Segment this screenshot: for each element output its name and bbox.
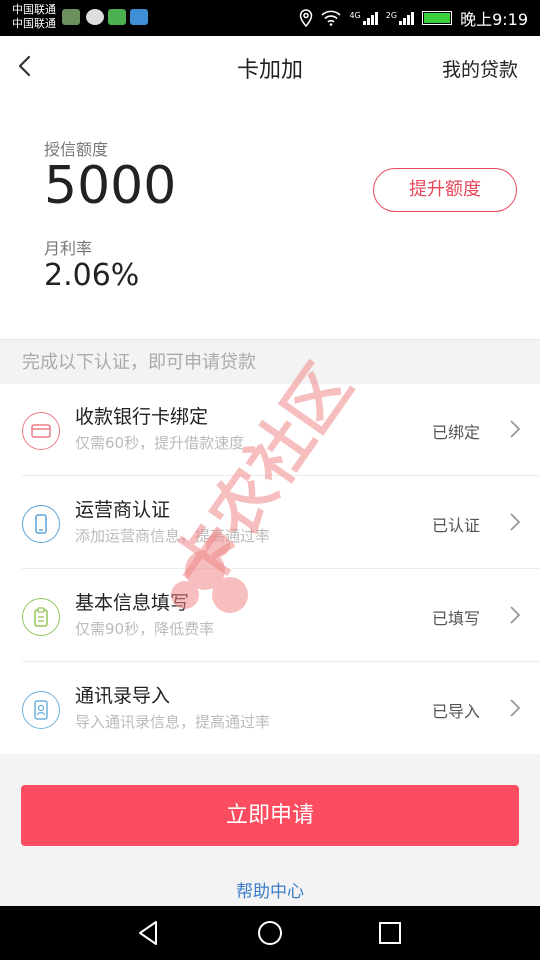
clock: 晚上9:19 <box>460 10 528 29</box>
system-back-icon[interactable] <box>134 918 164 948</box>
system-nav-bar <box>0 906 540 960</box>
chat-notification-icon <box>86 9 104 25</box>
item-subtitle: 仅需60秒，提升借款速度 <box>75 434 245 452</box>
carrier-1: 中国联通 <box>12 3 56 16</box>
play-notification-icon <box>108 9 126 25</box>
my-loans-link[interactable]: 我的贷款 <box>442 55 518 82</box>
chevron-right-icon <box>510 513 521 531</box>
card-icon <box>22 412 60 450</box>
contacts-icon <box>22 691 60 729</box>
signal-icon: 2G <box>385 11 415 25</box>
nav-bar: 卡加加 我的贷款 <box>0 36 540 96</box>
verification-hint: 完成以下认证，即可申请贷款 <box>22 352 256 373</box>
item-title: 运营商认证 <box>75 499 171 521</box>
item-title: 基本信息填写 <box>75 592 190 614</box>
location-icon <box>300 9 313 27</box>
verification-list: 收款银行卡绑定 仅需60秒，提升借款速度 已绑定 运营商认证 添加运营商信息，提… <box>0 384 540 754</box>
list-item-basic-info[interactable]: 基本信息填写 仅需90秒，降低费率 已填写 <box>0 570 540 662</box>
network-type-1: 4G <box>349 11 361 20</box>
chevron-right-icon <box>510 420 521 438</box>
wifi-icon <box>321 10 342 26</box>
clipboard-icon <box>22 598 60 636</box>
status-bar: 中国联通 中国联通 4G 2G 晚上9:19 <box>0 0 540 36</box>
chevron-right-icon <box>510 699 521 717</box>
monthly-rate-value: 2.06% <box>44 258 140 293</box>
item-status: 已填写 <box>431 609 480 628</box>
list-item-carrier[interactable]: 运营商认证 添加运营商信息，提高通过率 已认证 <box>0 477 540 569</box>
item-subtitle: 仅需90秒，降低费率 <box>75 620 215 638</box>
system-recents-icon[interactable] <box>375 918 405 948</box>
item-title: 通讯录导入 <box>75 685 171 707</box>
raise-limit-button[interactable]: 提升额度 <box>373 168 517 212</box>
monthly-rate-label: 月利率 <box>44 239 93 258</box>
credit-panel: 授信额度 5000 提升额度 月利率 2.06% <box>0 96 540 340</box>
network-type-2: 2G <box>385 11 398 20</box>
carrier-2: 中国联通 <box>12 17 56 30</box>
item-subtitle: 添加运营商信息，提高通过率 <box>75 527 271 545</box>
carrier-labels: 中国联通 中国联通 <box>12 3 56 31</box>
item-status: 已导入 <box>431 702 480 721</box>
status-indicators: 4G 2G 晚上9:19 <box>299 0 528 36</box>
signal-icon: 4G <box>349 11 378 25</box>
help-center-link[interactable]: 帮助中心 <box>0 877 540 902</box>
item-status: 已认证 <box>431 516 480 535</box>
battery-icon <box>422 11 453 25</box>
system-home-icon[interactable] <box>255 918 285 948</box>
item-status: 已绑定 <box>431 423 480 442</box>
send-notification-icon <box>130 9 148 25</box>
credit-limit-value: 5000 <box>44 156 177 216</box>
app-notification-icon <box>62 9 80 25</box>
apply-now-button[interactable]: 立即申请 <box>21 785 519 846</box>
item-subtitle: 导入通讯录信息，提高通过率 <box>75 713 271 731</box>
phone-icon <box>22 505 60 543</box>
list-item-contacts[interactable]: 通讯录导入 导入通讯录信息，提高通过率 已导入 <box>0 663 540 755</box>
item-title: 收款银行卡绑定 <box>75 406 209 428</box>
list-item-bank-card[interactable]: 收款银行卡绑定 仅需60秒，提升借款速度 已绑定 <box>0 384 540 476</box>
chevron-right-icon <box>510 606 521 624</box>
